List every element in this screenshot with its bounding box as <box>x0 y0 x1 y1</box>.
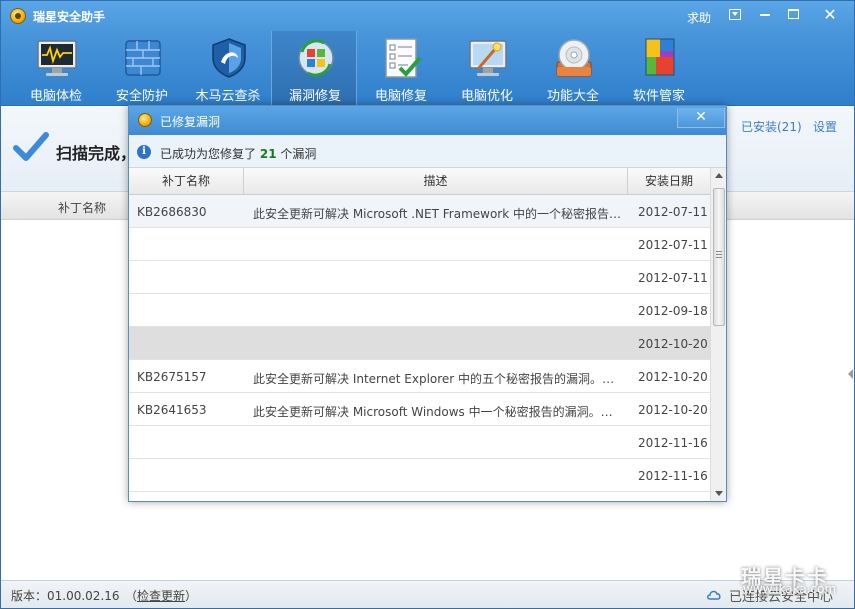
patch-table-body: KB2686830 此安全更新可解决 Microsoft .NET Framew… <box>129 195 710 501</box>
side-collapse-arrow-icon[interactable] <box>848 369 853 379</box>
tool-trojan-cloud-scan[interactable]: 木马云查杀 <box>185 31 271 106</box>
scrollbar-thumb[interactable] <box>713 188 725 326</box>
tool-pc-repair[interactable]: 电脑修复 <box>358 31 444 106</box>
cell-patch: KB2641653 <box>137 403 207 417</box>
tool-label: 电脑修复 <box>374 89 427 104</box>
cell-install-date: 2012-11-16 <box>638 436 708 450</box>
firewall-shield-icon <box>125 40 161 76</box>
tool-label: 安全防护 <box>115 89 168 104</box>
tool-label: 功能大全 <box>546 89 599 104</box>
cell-install-date: 2012-11-16 <box>638 469 708 483</box>
table-row[interactable]: 2012-11-16 <box>129 426 710 459</box>
monitor-checkup-icon <box>37 40 77 76</box>
pc-repair-checklist-icon <box>385 38 422 78</box>
vulnerability-repair-icon <box>298 39 334 77</box>
check-update-link[interactable]: （检查更新） <box>125 587 197 604</box>
tool-label: 电脑优化 <box>460 89 513 104</box>
status-bar: 版本：01.00.02.16 （检查更新） 已连接云安全中心 <box>1 580 854 608</box>
pc-optimize-icon <box>469 40 507 76</box>
dialog-title: 已修复漏洞 <box>160 115 221 129</box>
app-title: 瑞星安全助手 <box>33 10 106 24</box>
cell-install-date: 2012-10-20 <box>638 337 708 351</box>
toolbox-disc-icon <box>556 39 592 77</box>
maximize-button[interactable] <box>781 5 805 25</box>
table-row[interactable]: 2012-10-20 <box>129 327 710 360</box>
scroll-down-arrow-icon[interactable] <box>711 485 727 501</box>
minimize-icon <box>760 14 770 16</box>
scroll-up-arrow-icon[interactable] <box>711 168 727 184</box>
cell-install-date: 2012-07-11 <box>638 205 708 219</box>
cell-install-date: 2012-07-11 <box>638 238 708 252</box>
help-link[interactable]: 求助 <box>687 9 711 26</box>
close-icon: ✕ <box>823 5 837 24</box>
column-header-patch[interactable]: 补丁名称 <box>58 199 106 216</box>
tool-label: 漏洞修复 <box>288 89 341 104</box>
dialog-info-bar: i 已成功为您修复了 21 个漏洞 <box>129 135 726 168</box>
version-text: 版本：01.00.02.16 <box>11 589 120 603</box>
checkmark-icon <box>13 132 49 161</box>
maximize-icon <box>787 9 799 19</box>
cell-patch: KB2686830 <box>137 205 207 219</box>
watermark-url: www.ikaka.com <box>743 582 837 596</box>
cloud-icon <box>707 590 721 600</box>
tool-pc-checkup[interactable]: 电脑体检 <box>13 31 99 106</box>
table-row[interactable]: KB2641653 此安全更新可解决 Microsoft Windows 中一个… <box>129 393 710 426</box>
cell-install-date: 2012-10-20 <box>638 370 708 384</box>
title-bar: 瑞星安全助手 求助 ✕ <box>1 1 854 31</box>
scrollbar-grip-icon <box>716 251 722 258</box>
check-update-label[interactable]: 检查更新 <box>137 589 185 603</box>
info-icon: i <box>137 145 151 159</box>
cell-description: 此安全更新可解决 Microsoft .NET Framework 中的一个秘密… <box>253 207 623 221</box>
info-suffix: 个漏洞 <box>280 147 317 161</box>
cell-install-date: 2012-10-20 <box>638 403 708 417</box>
info-prefix: 已成功为您修复了 <box>160 147 257 161</box>
info-message: 已成功为您修复了 21 个漏洞 <box>160 145 316 162</box>
app-logo-icon <box>10 8 26 24</box>
table-row[interactable] <box>129 492 710 501</box>
cell-patch: KB2675157 <box>137 370 207 384</box>
close-icon: ✕ <box>695 109 707 125</box>
table-scrollbar[interactable] <box>710 168 726 501</box>
patch-table-header: 补丁名称 描述 安装日期 <box>129 168 710 195</box>
cell-install-date: 2012-09-18 <box>638 304 708 318</box>
dialog-title-bar: 已修复漏洞 ✕ <box>129 106 726 135</box>
column-header-install-date[interactable]: 安装日期 <box>628 168 710 195</box>
app-window: 瑞星安全助手 求助 ✕ 电脑体检 安全防护 木马云查杀 漏洞修复 电脑修复 电脑… <box>0 0 855 609</box>
trojan-cloud-scan-icon <box>212 38 246 78</box>
cell-description: 此安全更新可解决 Internet Explorer 中的五个秘密报告的漏洞。最… <box>253 372 623 386</box>
tool-security-protection[interactable]: 安全防护 <box>99 31 185 106</box>
dialog-close-button[interactable]: ✕ <box>677 108 725 128</box>
menu-dropdown-button[interactable] <box>723 5 747 25</box>
menu-icon <box>729 9 741 20</box>
cell-install-date: 2012-07-11 <box>638 271 708 285</box>
table-row[interactable]: KB2675157 此安全更新可解决 Internet Explorer 中的五… <box>129 360 710 393</box>
installed-link[interactable]: 已安装(21) <box>741 118 802 135</box>
fixed-vulnerabilities-dialog: 已修复漏洞 ✕ i 已成功为您修复了 21 个漏洞 补丁名称 描述 安装日期 K… <box>128 105 727 502</box>
table-row[interactable]: 2012-07-11 <box>129 261 710 294</box>
table-row[interactable]: KB2686830 此安全更新可解决 Microsoft .NET Framew… <box>129 195 710 228</box>
dialog-logo-icon <box>138 113 152 127</box>
tool-label: 木马云查杀 <box>195 89 261 104</box>
column-header-patch[interactable]: 补丁名称 <box>129 168 244 195</box>
close-button[interactable]: ✕ <box>818 5 842 25</box>
table-row[interactable]: 2012-07-11 <box>129 228 710 261</box>
tool-vulnerability-repair[interactable]: 漏洞修复 <box>271 31 357 106</box>
main-toolbar: 电脑体检 安全防护 木马云查杀 漏洞修复 电脑修复 电脑优化 功能大全 软件管家 <box>1 31 854 106</box>
settings-link[interactable]: 设置 <box>813 118 837 135</box>
table-row[interactable]: 2012-11-16 <box>129 459 710 492</box>
info-count: 21 <box>259 147 277 161</box>
column-header-description[interactable]: 描述 <box>244 168 628 195</box>
tool-software-manager[interactable]: 软件管家 <box>616 31 702 106</box>
table-row[interactable]: 2012-09-18 <box>129 294 710 327</box>
tool-all-features[interactable]: 功能大全 <box>530 31 616 106</box>
tool-pc-optimize[interactable]: 电脑优化 <box>444 31 530 106</box>
tool-label: 电脑体检 <box>29 89 82 104</box>
software-manager-icon <box>645 38 675 76</box>
cell-description: 此安全更新可解决 Microsoft Windows 中一个秘密报告的漏洞。此漏… <box>253 405 623 419</box>
tool-label: 软件管家 <box>632 89 685 104</box>
scan-complete-title: 扫描完成， <box>56 144 137 163</box>
minimize-button[interactable] <box>753 5 777 25</box>
